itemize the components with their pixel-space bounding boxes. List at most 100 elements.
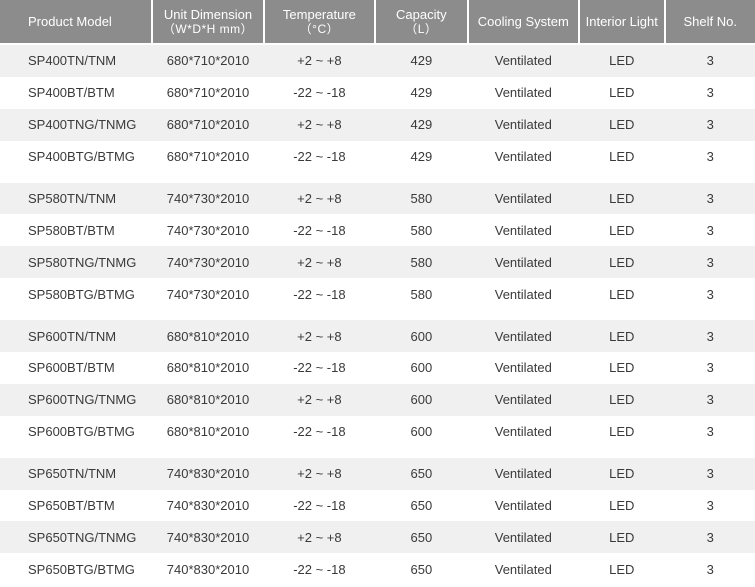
table-row: SP400BTG/BTMG 680*710*2010 -22 ~ -18 429 Ven… <box>0 140 755 173</box>
cell-cooling-system: Ventilated <box>494 117 552 133</box>
cell-cooling-system: Ventilated <box>494 424 552 440</box>
header-unit-dimension-label: Unit Dimension <box>163 6 253 22</box>
cell-capacity: 650 <box>410 561 433 577</box>
cell-cooling-system: Ventilated <box>494 561 552 577</box>
cell-product-model: SP650BT/BTM <box>28 498 115 514</box>
cell-interior-light: LED <box>609 85 635 101</box>
cell-cooling-system: Ventilated <box>494 286 552 302</box>
cell-product-model: SP580BT/BTM <box>28 222 115 238</box>
group-divider <box>0 310 755 321</box>
cell-capacity: 580 <box>410 254 433 270</box>
cell-temperature: +2 ~ +8 <box>297 191 342 206</box>
cell-capacity: 429 <box>410 117 433 133</box>
header-cooling-system: Cooling System <box>468 0 578 43</box>
header-capacity-unit: （L） <box>405 21 438 36</box>
cell-interior-light: LED <box>609 466 635 482</box>
cell-temperature: -22 ~ -18 <box>293 85 346 101</box>
cell-product-model: SP600BT/BTM <box>28 360 115 376</box>
header-capacity-label: Capacity <box>396 6 447 22</box>
cell-capacity: 580 <box>410 222 433 238</box>
group-divider <box>0 447 755 458</box>
cell-interior-light: LED <box>609 561 635 577</box>
cell-interior-light: LED <box>609 254 635 270</box>
cell-unit-dimension: 680*810*2010 <box>166 424 250 440</box>
model-group: SP650TN/TNM 740*830*2010 +2 ~ +8 650 Ventila… <box>0 457 755 586</box>
cell-unit-dimension: 740*830*2010 <box>166 498 250 514</box>
cell-temperature: -22 ~ -18 <box>293 222 346 238</box>
header-product-model-label: Product Model <box>28 14 112 29</box>
cell-temperature: +2 ~ +8 <box>297 117 342 133</box>
cell-product-model: SP400BTG/BTMG <box>28 149 135 165</box>
header-cooling-system-label: Cooling System <box>477 14 569 29</box>
cell-temperature: -22 ~ -18 <box>293 360 346 376</box>
cell-temperature: +2 ~ +8 <box>297 53 342 69</box>
table-row: SP580BTG/BTMG 740*730*2010 -22 ~ -18 580 Ven… <box>0 278 755 311</box>
header-temperature-unit: （°C） <box>299 21 340 36</box>
cell-temperature: +2 ~ +8 <box>297 392 342 408</box>
cell-shelf-no: 3 <box>706 53 714 69</box>
cell-product-model: SP400BT/BTM <box>28 85 115 101</box>
cell-unit-dimension: 740*730*2010 <box>166 191 250 206</box>
table-row: SP580TN/TNM 740*730*2010 +2 ~ +8 580 Ventila… <box>0 182 755 215</box>
cell-unit-dimension: 740*830*2010 <box>166 529 250 545</box>
cell-shelf-no: 3 <box>706 466 714 482</box>
cell-interior-light: LED <box>609 328 635 344</box>
cell-unit-dimension: 680*710*2010 <box>166 117 250 133</box>
cell-interior-light: LED <box>609 392 635 408</box>
cell-cooling-system: Ventilated <box>494 466 552 482</box>
cell-interior-light: LED <box>609 53 635 69</box>
table-row: SP600BTG/BTMG 680*810*2010 -22 ~ -18 600 Ven… <box>0 415 755 448</box>
header-product-model: Product Model <box>0 0 152 43</box>
table-row: SP650TN/TNM 740*830*2010 +2 ~ +8 650 Ventila… <box>0 457 755 490</box>
cell-cooling-system: Ventilated <box>494 191 552 206</box>
table-body: SP400TN/TNM 680*710*2010 +2 ~ +8 429 Ventila… <box>0 43 755 586</box>
cell-interior-light: LED <box>609 498 635 514</box>
cell-unit-dimension: 680*810*2010 <box>166 328 250 344</box>
spec-table: Product Model Unit Dimension （W*D*H mm） … <box>0 0 755 586</box>
cell-capacity: 600 <box>410 392 433 408</box>
header-interior-light-label: Interior Light <box>585 14 658 29</box>
header-temperature-label: Temperature <box>282 6 356 22</box>
cell-temperature: +2 ~ +8 <box>297 254 342 270</box>
table-row: SP600BT/BTM 680*810*2010 -22 ~ -18 600 Venti… <box>0 352 755 384</box>
cell-product-model: SP600BTG/BTMG <box>28 424 135 440</box>
cell-product-model: SP400TN/TNM <box>28 53 117 69</box>
table-row: SP600TNG/TNMG 680*810*2010 +2 ~ +8 600 Venti… <box>0 383 755 416</box>
cell-unit-dimension: 740*830*2010 <box>166 561 250 577</box>
header-shelf-no-label: Shelf No. <box>683 14 737 29</box>
cell-product-model: SP650TN/TNM <box>28 466 117 482</box>
header-capacity: Capacity （L） <box>376 0 467 43</box>
table-row: SP650TNG/TNMG 740*830*2010 +2 ~ +8 650 Venti… <box>0 521 755 554</box>
cell-shelf-no: 3 <box>706 360 714 376</box>
cell-interior-light: LED <box>609 222 635 238</box>
cell-capacity: 600 <box>410 328 433 344</box>
cell-product-model: SP600TN/TNM <box>28 328 117 344</box>
header-interior-light: Interior Light <box>579 0 664 43</box>
cell-shelf-no: 3 <box>706 85 714 101</box>
cell-product-model: SP580BTG/BTMG <box>28 286 135 302</box>
table-row: SP650BT/BTM 740*830*2010 -22 ~ -18 650 Venti… <box>0 489 755 522</box>
cell-temperature: +2 ~ +8 <box>297 328 342 344</box>
cell-interior-light: LED <box>609 424 635 440</box>
cell-product-model: SP650BTG/BTMG <box>28 561 135 577</box>
cell-cooling-system: Ventilated <box>494 85 552 101</box>
cell-cooling-system: Ventilated <box>494 254 552 270</box>
cell-unit-dimension: 680*710*2010 <box>166 85 250 101</box>
cell-shelf-no: 3 <box>706 222 714 238</box>
cell-interior-light: LED <box>609 529 635 545</box>
cell-product-model: SP650TNG/TNMG <box>28 529 137 545</box>
cell-shelf-no: 3 <box>706 529 714 545</box>
header-shelf-no: Shelf No. <box>665 0 755 43</box>
header-unit-dimension-unit: （W*D*H mm） <box>162 21 254 36</box>
cell-unit-dimension: 680*810*2010 <box>166 360 250 376</box>
table-row: SP600TN/TNM 680*810*2010 +2 ~ +8 600 Ventila… <box>0 320 755 353</box>
cell-capacity: 429 <box>410 53 433 69</box>
cell-unit-dimension: 740*830*2010 <box>166 466 250 482</box>
cell-unit-dimension: 740*730*2010 <box>166 286 250 302</box>
cell-shelf-no: 3 <box>706 286 714 302</box>
cell-shelf-no: 3 <box>706 149 714 165</box>
table-row: SP400BT/BTM 680*710*2010 -22 ~ -18 429 Venti… <box>0 76 755 109</box>
cell-temperature: +2 ~ +8 <box>297 466 342 482</box>
cell-cooling-system: Ventilated <box>494 149 552 165</box>
cell-shelf-no: 3 <box>706 561 714 577</box>
